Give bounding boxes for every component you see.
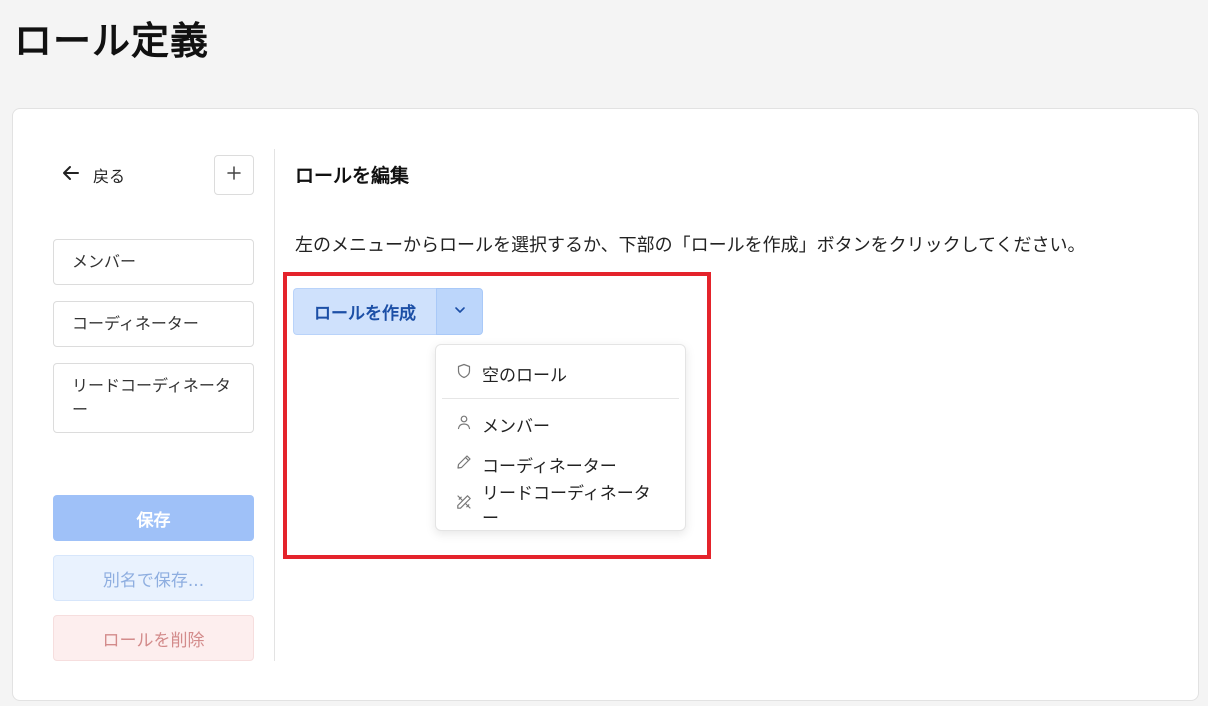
role-list: メンバー コーディネーター リードコーディネーター <box>53 239 254 449</box>
back-button[interactable]: 戻る <box>61 160 125 190</box>
instruction-text: 左のメニューからロールを選択するか、下部の「ロールを作成」ボタンをクリックしてく… <box>295 235 1086 256</box>
menu-item-member[interactable]: メンバー <box>436 404 685 444</box>
create-role-button[interactable]: ロールを作成 <box>293 288 436 335</box>
section-title: ロールを編集 <box>295 165 410 187</box>
save-as-button[interactable]: 別名で保存... <box>53 555 254 601</box>
save-button[interactable]: 保存 <box>53 495 254 541</box>
delete-role-button[interactable]: ロールを削除 <box>53 615 254 661</box>
pencil-icon <box>456 454 472 475</box>
create-role-dropdown-toggle[interactable] <box>436 288 483 335</box>
menu-item-coordinator[interactable]: コーディネーター <box>436 444 685 484</box>
menu-item-lead-coordinator[interactable]: リードコーディネーター <box>436 484 685 529</box>
role-item-member[interactable]: メンバー <box>53 239 254 285</box>
create-role-split-button: ロールを作成 <box>293 288 483 335</box>
menu-item-empty-role[interactable]: 空のロール <box>436 353 685 393</box>
create-role-menu: 空のロール メンバー コーディネーター リードコーディネーター <box>435 344 686 531</box>
menu-separator <box>442 398 679 399</box>
user-icon <box>456 414 472 435</box>
shield-icon <box>456 363 472 384</box>
menu-item-label: コーディネーター <box>482 456 617 477</box>
plus-icon <box>226 165 242 185</box>
page-title: ロール定義 <box>14 19 210 63</box>
chevron-down-icon <box>453 302 467 321</box>
menu-item-label: リードコーディネーター <box>482 484 651 529</box>
role-editor-card: 戻る メンバー コーディネーター リードコーディネーター 保存 別名で保存...… <box>12 108 1199 701</box>
add-role-button[interactable] <box>214 155 254 195</box>
panel-divider <box>274 149 275 661</box>
tools-icon <box>456 494 472 515</box>
arrow-left-icon <box>61 163 81 187</box>
menu-item-label: メンバー <box>482 416 550 437</box>
role-item-lead-coordinator[interactable]: リードコーディネーター <box>53 363 254 433</box>
back-label: 戻る <box>93 167 126 186</box>
role-item-coordinator[interactable]: コーディネーター <box>53 301 254 347</box>
menu-item-label: 空のロール <box>482 365 567 386</box>
